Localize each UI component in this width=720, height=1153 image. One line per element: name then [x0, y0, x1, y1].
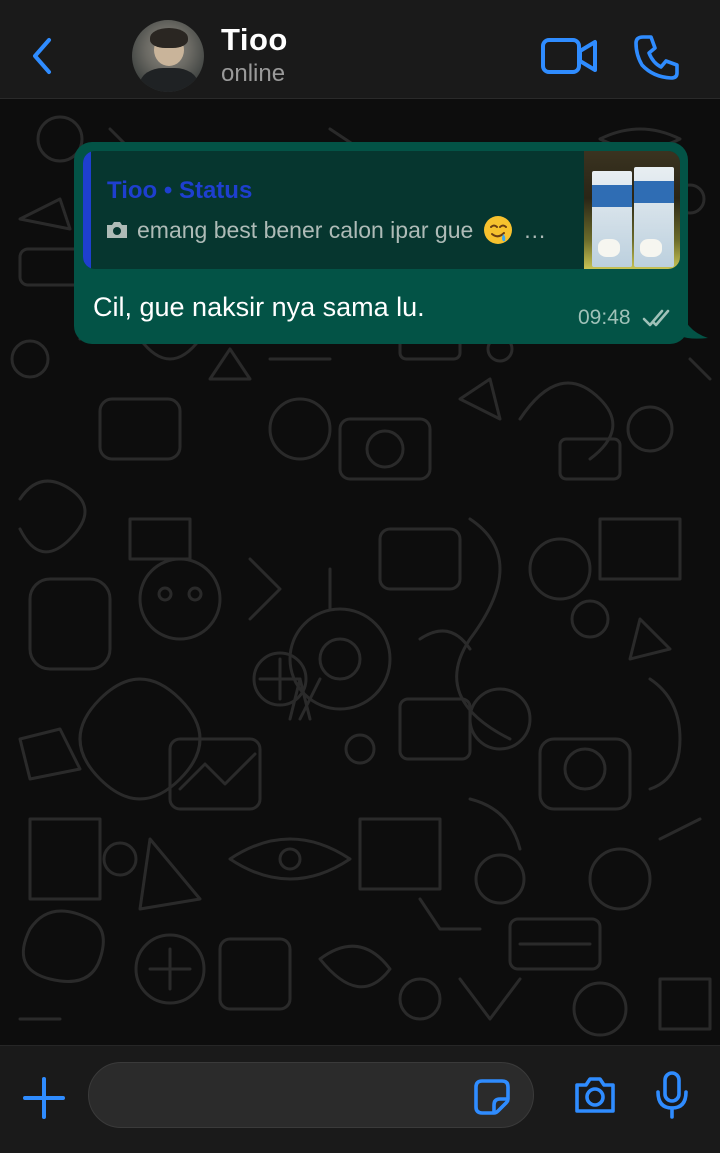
message-input[interactable]: [88, 1062, 534, 1128]
sticker-icon: [474, 1079, 510, 1115]
camera-icon: [575, 1077, 615, 1113]
phone-icon: [634, 35, 679, 80]
drooling-face-emoji-icon: [484, 216, 513, 244]
quote-accent-bar: [83, 151, 91, 269]
milk-carton-image: [634, 167, 674, 267]
message-text: Cil, gue naksir nya sama lu.: [93, 292, 425, 322]
status-thumbnail: [584, 151, 680, 269]
chat-header: Tioo online: [0, 0, 720, 99]
quote-author: Tioo • Status: [107, 177, 253, 204]
camera-icon: [107, 222, 127, 238]
chevron-left-icon: [33, 38, 51, 74]
reply-quote[interactable]: Tioo • Status emang best bener calon ipa…: [83, 151, 680, 269]
plus-icon: [23, 1077, 65, 1119]
microphone-button[interactable]: [654, 1070, 690, 1120]
quote-text: emang best bener calon ipar gue: [137, 216, 474, 243]
milk-carton-image: [592, 171, 632, 267]
message-time: 09:48: [578, 306, 631, 329]
double-check-icon: [642, 309, 670, 327]
quote-text-row: emang best bener calon ipar gue …: [105, 215, 546, 245]
message-input-field[interactable]: [111, 1077, 465, 1115]
contact-status: online: [221, 60, 286, 87]
contact-name[interactable]: Tioo: [221, 22, 288, 58]
quote-ellipsis: …: [523, 216, 547, 243]
camera-button[interactable]: [573, 1075, 617, 1115]
video-call-button[interactable]: [540, 34, 600, 78]
attach-button[interactable]: [22, 1076, 66, 1120]
sticker-button[interactable]: [472, 1077, 512, 1117]
chat-screen: Tioo online Tioo • Status emang best ben…: [0, 0, 720, 1153]
avatar[interactable]: [132, 20, 204, 92]
back-button[interactable]: [20, 30, 64, 82]
microphone-icon: [656, 1071, 688, 1119]
voice-call-button[interactable]: [633, 33, 681, 81]
video-camera-icon: [541, 38, 597, 74]
